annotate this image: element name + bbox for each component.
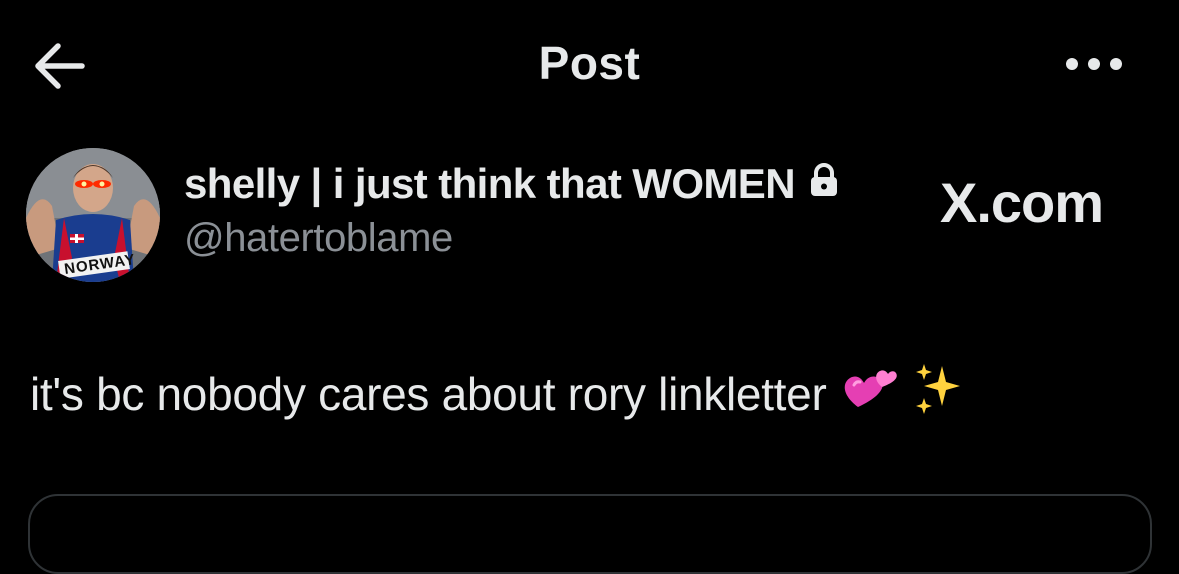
page-title: Post — [538, 37, 641, 89]
more-dot — [1110, 58, 1122, 70]
more-horizontal-icon — [1066, 58, 1078, 70]
post-text-content: it's bc nobody cares about rory linklett… — [30, 367, 827, 420]
author-handle[interactable]: @hatertoblame — [184, 216, 839, 261]
embedded-card[interactable] — [28, 494, 1152, 574]
display-name-text: shelly | i just think that WOMEN — [184, 160, 796, 207]
sparkles-emoji — [912, 360, 964, 427]
avatar[interactable]: NORWAY — [26, 148, 160, 282]
xcom-watermark: X.com — [940, 171, 1104, 234]
lock-icon — [809, 160, 839, 208]
top-nav-bar: Post — [0, 0, 1179, 130]
two-hearts-emoji — [840, 363, 898, 424]
more-dot — [1088, 58, 1100, 70]
post-text: it's bc nobody cares about rory linklett… — [30, 360, 964, 427]
author-display-name[interactable]: shelly | i just think that WOMEN — [184, 160, 839, 208]
more-options-button[interactable] — [1062, 52, 1132, 76]
author-info: shelly | i just think that WOMEN @hatert… — [184, 160, 839, 261]
